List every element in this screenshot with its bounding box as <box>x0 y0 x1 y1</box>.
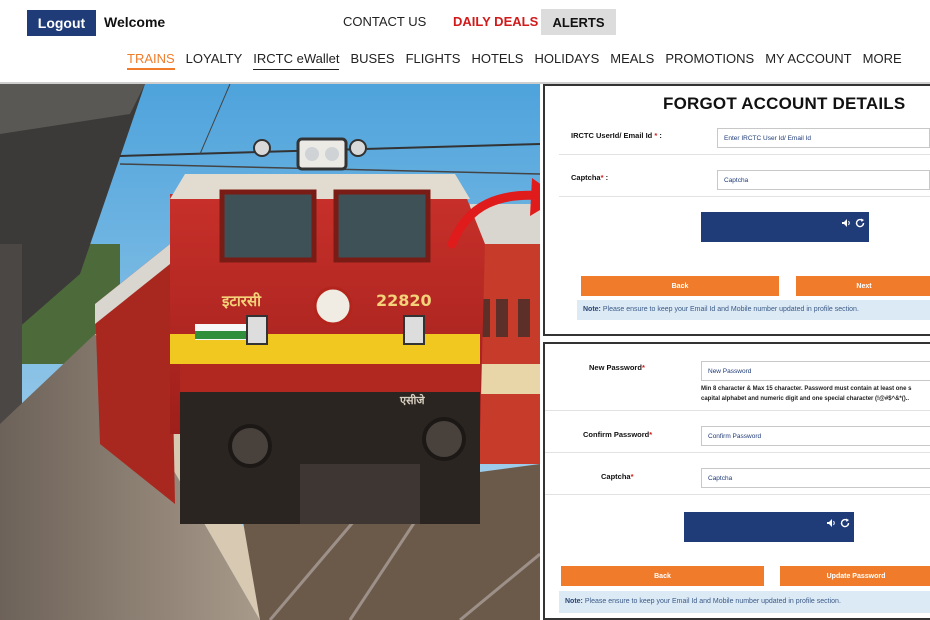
nav-item-flights[interactable]: FLIGHTS <box>406 51 461 70</box>
userid-label: IRCTC UserId/ Email Id * : <box>571 131 662 140</box>
new-password-label: New Password* <box>589 363 645 372</box>
nav-item-promotions[interactable]: PROMOTIONS <box>665 51 754 70</box>
daily-deals-link[interactable]: DAILY DEALS <box>453 14 538 29</box>
userid-input[interactable]: Enter IRCTC User Id/ Email Id <box>717 128 930 148</box>
captcha-image <box>701 212 869 242</box>
password-rule-hint: Min 8 character & Max 15 character. Pass… <box>701 386 912 402</box>
speaker-icon[interactable] <box>826 518 836 528</box>
reset-captcha-input[interactable]: Captcha <box>701 468 930 488</box>
reset-captcha-label: Captcha* <box>601 472 634 481</box>
engine-number: 22820 <box>376 291 432 310</box>
form-title: FORGOT ACCOUNT DETAILS <box>663 94 906 113</box>
captcha-input[interactable]: Captcha <box>717 170 930 190</box>
nav-item-meals[interactable]: MEALS <box>610 51 654 70</box>
reset-back-button[interactable]: Back <box>561 566 764 586</box>
alerts-tab[interactable]: ALERTS <box>541 9 616 35</box>
row-divider <box>559 196 930 197</box>
next-button[interactable]: Next <box>796 276 930 296</box>
nav-item-ewallet[interactable]: IRCTC eWallet <box>253 51 340 70</box>
back-button[interactable]: Back <box>581 276 779 296</box>
update-password-button[interactable]: Update Password <box>780 566 930 586</box>
new-password-input[interactable]: New Password <box>701 361 930 381</box>
row-divider <box>545 410 930 411</box>
nav-item-buses[interactable]: BUSES <box>350 51 394 70</box>
nav-item-my-account[interactable]: MY ACCOUNT <box>765 51 851 70</box>
reset-profile-note: Note: Please ensure to keep your Email I… <box>559 591 930 613</box>
reset-password-form: New Password* New Password Min 8 charact… <box>543 342 930 620</box>
row-divider <box>559 154 930 155</box>
speaker-icon[interactable] <box>841 218 851 228</box>
nav-item-loyalty[interactable]: LOYALTY <box>186 51 243 70</box>
nav-item-hotels[interactable]: HOTELS <box>471 51 523 70</box>
confirm-password-label: Confirm Password* <box>583 430 653 439</box>
site-header: Logout Welcome CONTACT US DAILY DEALS AL… <box>0 0 930 84</box>
reset-captcha-image <box>684 512 854 542</box>
main-nav: TRAINS LOYALTY IRCTC eWallet BUSES FLIGH… <box>127 51 913 70</box>
confirm-password-input[interactable]: Confirm Password <box>701 426 930 446</box>
engine-nose-text: एसीजे <box>399 393 425 407</box>
row-divider <box>545 452 930 453</box>
train-illustration: इटारसी 22820 एसीजे <box>0 84 540 620</box>
forgot-account-form: FORGOT ACCOUNT DETAILS IRCTC UserId/ Ema… <box>543 84 930 336</box>
nav-item-more[interactable]: MORE <box>863 51 902 70</box>
row-divider <box>545 494 930 495</box>
captcha-label: Captcha* : <box>571 173 609 182</box>
profile-note: Note: Please ensure to keep your Email I… <box>577 300 930 320</box>
logout-button[interactable]: Logout <box>27 10 96 36</box>
nav-item-holidays[interactable]: HOLIDAYS <box>534 51 599 70</box>
refresh-icon[interactable] <box>855 218 865 228</box>
refresh-icon[interactable] <box>840 518 850 528</box>
welcome-text: Welcome <box>104 14 166 30</box>
nav-item-trains[interactable]: TRAINS <box>127 51 175 70</box>
engine-name: इटारसी <box>221 292 262 310</box>
train-photo: इटारसी 22820 एसीजे <box>0 84 540 620</box>
contact-us-link[interactable]: CONTACT US <box>343 14 426 29</box>
